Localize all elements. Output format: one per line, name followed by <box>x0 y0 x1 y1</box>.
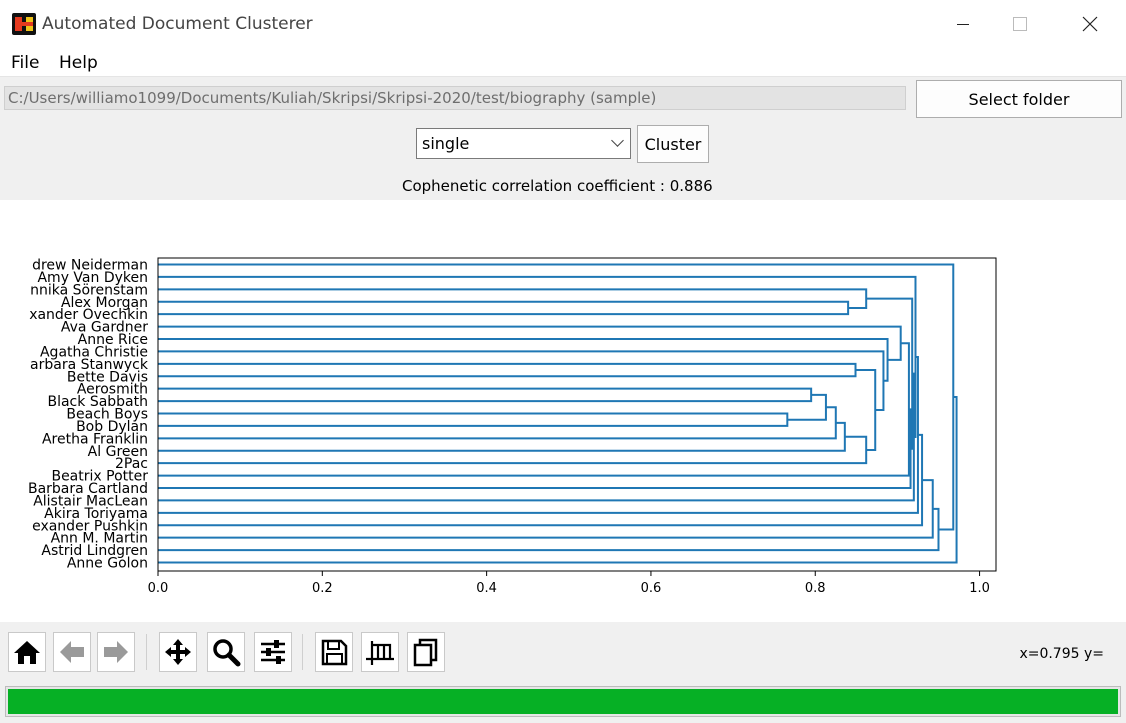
dendrogram-link <box>158 288 868 309</box>
dendrogram-link <box>866 297 914 450</box>
close-icon <box>1082 16 1098 32</box>
dendrogram-link <box>158 433 924 527</box>
chevron-down-icon <box>611 134 624 147</box>
x-tick-label: 0.6 <box>641 581 662 596</box>
dendrogram-link <box>787 393 827 421</box>
forward-button[interactable] <box>97 632 135 672</box>
folder-path-field[interactable]: C:/Users/williamo1099/Documents/Kuliah/S… <box>4 86 906 110</box>
close-button[interactable] <box>1067 0 1113 48</box>
x-tick-label: 1.0 <box>969 581 990 596</box>
x-tick-label: 0.2 <box>312 581 333 596</box>
cophenetic-coefficient-label: Cophenetic correlation coefficient : 0.8… <box>402 177 713 195</box>
dendrogram-link <box>158 387 813 403</box>
dendrogram-link <box>158 263 955 531</box>
leaf-label: Anne Golon <box>67 556 148 572</box>
title-bar: Automated Document Clusterer <box>0 0 1126 48</box>
window-title: Automated Document Clusterer <box>42 14 313 34</box>
maximize-button[interactable] <box>997 0 1043 48</box>
pan-button[interactable] <box>159 632 197 672</box>
zoom-button[interactable] <box>207 632 245 672</box>
minimize-button[interactable] <box>940 0 986 48</box>
x-tick-label: 0.0 <box>148 581 169 596</box>
pan-icon <box>165 639 191 665</box>
edit-axes-icon <box>366 641 394 665</box>
copy-icon <box>413 638 438 667</box>
select-folder-button[interactable]: Select folder <box>916 80 1122 118</box>
zoom-icon <box>213 639 241 667</box>
x-tick-label: 0.8 <box>805 581 826 596</box>
dendrogram-link <box>158 362 857 378</box>
forward-arrow-icon <box>104 641 128 663</box>
back-arrow-icon <box>60 641 84 663</box>
save-button[interactable] <box>315 632 353 672</box>
dendrogram-link <box>158 355 919 514</box>
progress-bar-fill <box>8 689 1118 714</box>
configure-subplots-icon <box>261 640 285 664</box>
dendrogram-plot-area[interactable]: drew Neiderman Amy Van Dyken nnika Sörenst… <box>0 200 1126 622</box>
toolbar-separator <box>302 634 303 670</box>
minimize-icon <box>957 23 969 25</box>
dendrogram-link <box>158 338 889 382</box>
copy-button[interactable] <box>407 632 445 672</box>
dendrogram-link <box>158 421 846 452</box>
dendrogram-link <box>158 406 837 440</box>
maximize-icon <box>1013 17 1027 31</box>
linkage-method-select[interactable]: single <box>416 128 631 159</box>
home-button[interactable] <box>8 632 46 672</box>
menu-file[interactable]: File <box>11 53 39 73</box>
dendrogram-link <box>158 372 915 502</box>
dendrogram-chart: drew NeidermanAmy Van Dykennnika Sörenst… <box>28 257 997 596</box>
dendrogram-link <box>158 412 789 427</box>
edit-axes-button[interactable] <box>361 632 399 672</box>
progress-bar <box>5 686 1121 717</box>
cluster-button[interactable]: Cluster <box>637 125 709 163</box>
navigation-toolbar: x=0.795 y= <box>0 622 1126 684</box>
toolbar-separator <box>146 634 147 670</box>
menu-bar: File Help <box>0 48 1126 77</box>
x-tick-label: 0.4 <box>476 581 497 596</box>
app-logo-icon <box>12 13 36 35</box>
menu-help[interactable]: Help <box>59 53 98 73</box>
dendrogram-link <box>158 507 940 552</box>
dendrogram-link <box>158 300 850 316</box>
back-button[interactable] <box>53 632 91 672</box>
cursor-coordinates: x=0.795 y= <box>1019 646 1104 662</box>
save-icon <box>321 639 348 666</box>
dendrogram-link <box>158 325 902 361</box>
linkage-method-value: single <box>422 134 470 153</box>
configure-subplots-button[interactable] <box>254 632 292 672</box>
home-icon <box>14 641 40 664</box>
